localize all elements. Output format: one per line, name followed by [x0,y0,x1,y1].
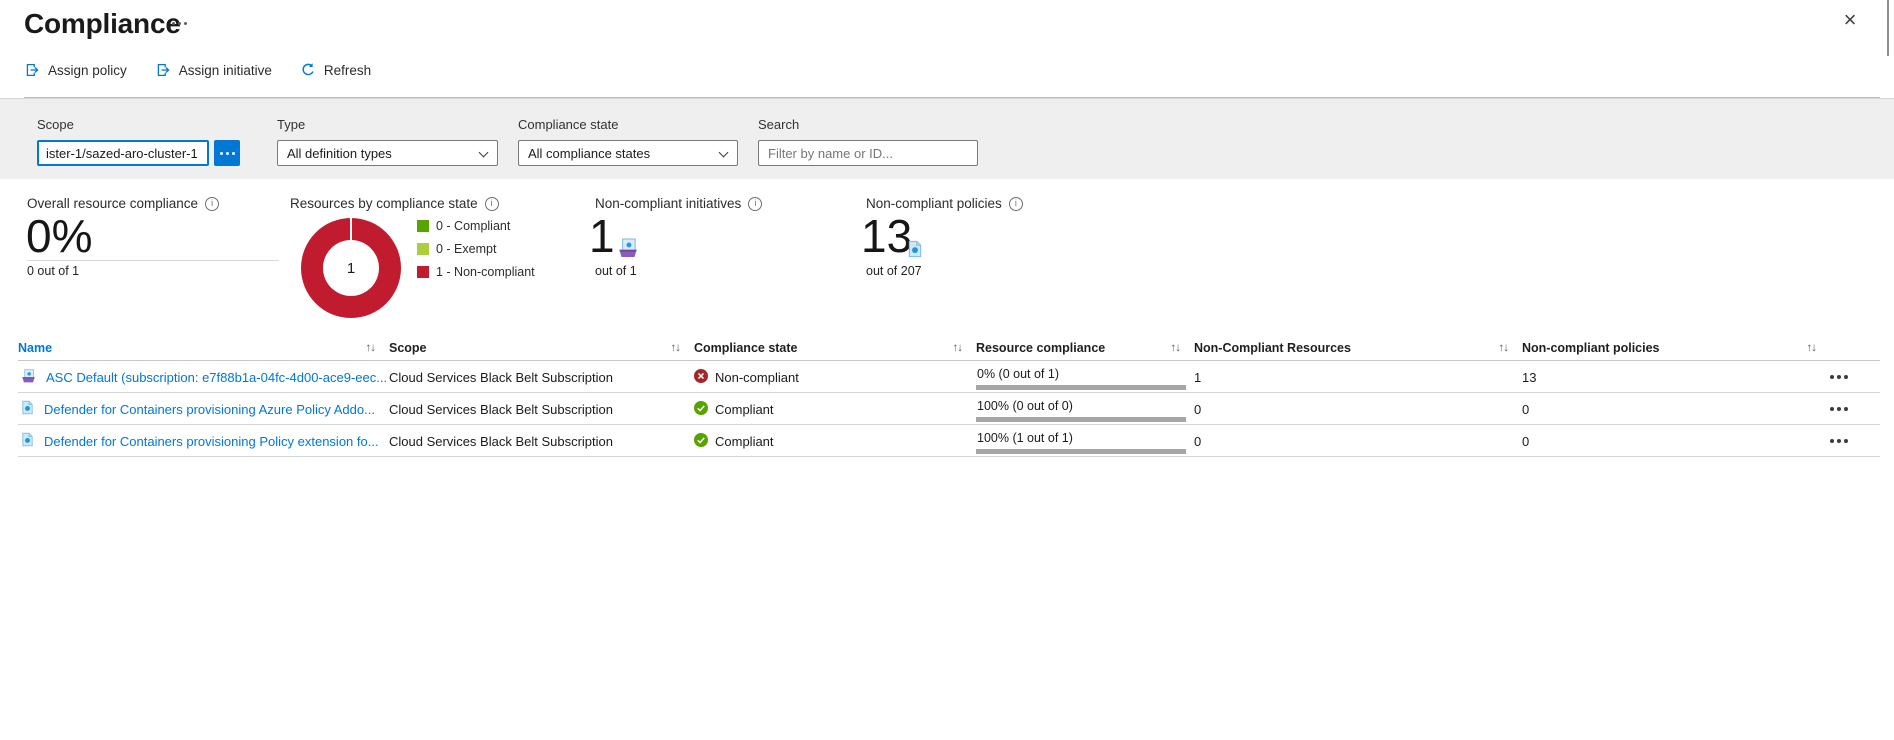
sort-icon[interactable]: ↑↓ [1807,342,1817,354]
column-header-nc-policies[interactable]: Non-compliant policies ↑↓ [1522,341,1830,355]
command-bar: Assign policy Assign initiative Refresh [24,62,371,78]
compliance-state-dropdown[interactable]: All compliance states [518,140,738,166]
nc-initiatives-value: 1 [589,212,615,260]
overall-compliance-value: 0% [26,212,92,260]
info-icon[interactable]: i [748,197,762,211]
donut-legend: 0 - Compliant 0 - Exempt 1 - Non-complia… [417,219,535,278]
scope-label: Scope [37,117,74,132]
column-header-name[interactable]: Name ↑↓ [18,341,389,355]
search-input[interactable] [758,140,978,166]
title-more-menu-icon[interactable] [172,22,187,25]
sort-icon[interactable]: ↑↓ [1499,342,1509,354]
assign-initiative-icon [155,62,171,78]
assign-policy-button[interactable]: Assign policy [24,62,127,78]
type-dropdown[interactable]: All definition types [277,140,498,166]
state-cell: Compliant [694,401,976,418]
scope-browse-button[interactable] [214,140,240,166]
policy-icon [20,400,35,418]
nc-policies-cell: 0 [1522,402,1830,417]
column-header-compliance-state[interactable]: Compliance state ↑↓ [694,341,976,355]
row-context-menu-icon[interactable] [1830,439,1882,443]
filter-bar: Scope Type All definition types Complian… [0,98,1894,179]
scope-cell: Cloud Services Black Belt Subscription [389,370,694,385]
close-icon[interactable]: × [1836,6,1864,34]
info-icon[interactable]: i [205,197,219,211]
chevron-down-icon [479,148,489,158]
compliance-donut-chart: 1 [301,218,401,318]
donut-center-value: 1 [323,240,379,296]
nc-resources-cell: 0 [1194,434,1522,449]
sort-icon[interactable]: ↑↓ [953,342,963,354]
table-row: Defender for Containers provisioning Pol… [18,425,1880,457]
refresh-icon [300,62,316,78]
nc-resources-cell: 1 [1194,370,1522,385]
assign-policy-icon [24,62,40,78]
page-title: Compliance [24,8,181,40]
legend-swatch-noncompliant [417,266,429,278]
sort-icon[interactable]: ↑↓ [1171,342,1181,354]
row-context-menu-icon[interactable] [1830,407,1882,411]
state-cell: Compliant [694,433,976,450]
scope-cell: Cloud Services Black Belt Subscription [389,402,694,417]
column-header-nc-resources[interactable]: Non-Compliant Resources ↑↓ [1194,341,1522,355]
legend-item-noncompliant: 1 - Non-compliant [417,265,535,278]
ellipsis-icon [220,152,235,155]
nc-policies-sub: out of 207 [866,264,922,278]
legend-item-exempt: 0 - Exempt [417,242,535,255]
column-header-resource-compliance[interactable]: Resource compliance ↑↓ [976,341,1194,355]
nc-policies-cell: 0 [1522,434,1830,449]
scope-cell: Cloud Services Black Belt Subscription [389,434,694,449]
compliance-progress-bar [976,385,1186,390]
compliance-state-label: Compliance state [518,117,618,132]
nc-initiatives-sub: out of 1 [595,264,637,278]
scope-input[interactable] [37,140,209,166]
info-icon[interactable]: i [485,197,499,211]
overall-compliance-title: Overall resource compliance i [27,196,219,211]
table-row: ASC Default (subscription: e7f88b1a-04fc… [18,361,1880,393]
policy-icon [20,432,35,450]
sort-icon[interactable]: ↑↓ [671,342,681,354]
state-cell: Non-compliant [694,369,976,386]
chevron-down-icon [719,148,729,158]
table-header-row: Name ↑↓ Scope ↑↓ Compliance state ↑↓ Res… [18,335,1880,361]
assign-initiative-button[interactable]: Assign initiative [155,62,272,78]
row-context-menu-icon[interactable] [1830,375,1882,379]
resource-compliance-cell: 100% (1 out of 1) [976,425,1194,457]
scrollbar-thumb[interactable] [1887,0,1889,56]
nc-resources-cell: 0 [1194,402,1522,417]
assignment-link[interactable]: ASC Default (subscription: e7f88b1a-04fc… [46,370,387,385]
legend-swatch-compliant [417,220,429,232]
table-row: Defender for Containers provisioning Azu… [18,393,1880,425]
info-icon[interactable]: i [1009,197,1023,211]
compliance-progress-bar [976,449,1186,454]
nc-policies-title: Non-compliant policies i [866,196,1023,211]
by-state-title: Resources by compliance state i [290,196,499,211]
sort-icon[interactable]: ↑↓ [366,342,376,354]
search-label: Search [758,117,799,132]
compliant-icon [694,401,708,418]
initiative-icon [616,237,640,264]
overall-divider [27,260,279,261]
nc-policies-value: 13 [861,212,912,260]
legend-item-compliant: 0 - Compliant [417,219,535,232]
assignments-table: Name ↑↓ Scope ↑↓ Compliance state ↑↓ Res… [18,335,1880,457]
resource-compliance-cell: 0% (0 out of 1) [976,361,1194,393]
nc-policies-cell: 13 [1522,370,1830,385]
legend-swatch-exempt [417,243,429,255]
column-header-scope[interactable]: Scope ↑↓ [389,341,694,355]
policy-icon [906,240,924,263]
assignment-link[interactable]: Defender for Containers provisioning Azu… [44,402,375,417]
non-compliant-icon [694,369,708,386]
compliance-blade: Compliance × Assign policy Assign initia… [0,0,1894,740]
assignment-link[interactable]: Defender for Containers provisioning Pol… [44,434,379,449]
resource-compliance-cell: 100% (0 out of 0) [976,393,1194,425]
initiative-icon [20,368,37,387]
refresh-button[interactable]: Refresh [300,62,371,78]
compliant-icon [694,433,708,450]
nc-initiatives-title: Non-compliant initiatives i [595,196,762,211]
compliance-progress-bar [976,417,1186,422]
overall-compliance-sub: 0 out of 1 [27,264,79,278]
type-label: Type [277,117,305,132]
